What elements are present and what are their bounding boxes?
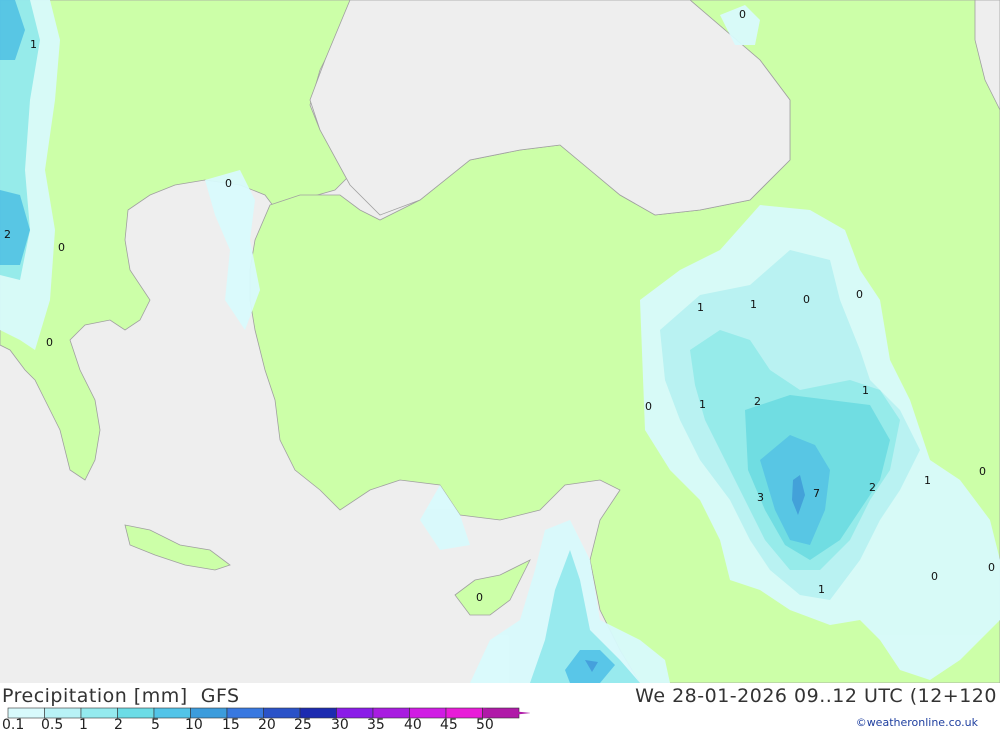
map-value-label: 0 <box>476 591 483 604</box>
credit-link[interactable]: ©weatheronline.co.uk <box>856 716 978 729</box>
scale-label: 2 <box>114 717 123 733</box>
scale-label: 40 <box>404 717 422 733</box>
scale-swatch <box>117 707 155 719</box>
scale-label: 10 <box>185 717 203 733</box>
map-value-label: 0 <box>225 177 232 190</box>
map-value-label: 1 <box>862 384 869 397</box>
map-value-label: 2 <box>4 228 11 241</box>
map-value-label: 7 <box>813 487 820 500</box>
scale-label: 15 <box>222 717 240 733</box>
map-value-label: 1 <box>924 474 931 487</box>
scale-label: 50 <box>476 717 494 733</box>
map-value-label: 2 <box>869 481 876 494</box>
scale-label: 0.5 <box>41 717 64 733</box>
map-footer: Precipitation [mm] GFS We 28-01-2026 09.… <box>0 683 1000 733</box>
map-value-label: 0 <box>803 293 810 306</box>
scale-label: 20 <box>258 717 276 733</box>
precipitation-map: 1 0 2 0 0 0 1 1 0 0 0 1 2 1 3 7 2 1 0 0 … <box>0 0 1000 683</box>
map-value-label: 0 <box>46 336 53 349</box>
map-value-label: 0 <box>856 288 863 301</box>
scale-label: 45 <box>440 717 458 733</box>
map-value-label: 1 <box>818 583 825 596</box>
scale-label: 1 <box>79 717 88 733</box>
map-value-label: 0 <box>979 465 986 478</box>
map-value-label: 1 <box>697 301 704 314</box>
map-value-label: 1 <box>750 298 757 311</box>
scale-label: 0.1 <box>2 717 25 733</box>
scale-label: 30 <box>331 717 349 733</box>
map-value-label: 0 <box>739 8 746 21</box>
map-valid-time: We 28-01-2026 09..12 UTC (12+120 <box>635 685 997 707</box>
scale-label: 5 <box>151 717 160 733</box>
scale-label: 35 <box>367 717 385 733</box>
map-value-label: 0 <box>931 570 938 583</box>
scale-label: 25 <box>294 717 312 733</box>
map-value-label: 0 <box>645 400 652 413</box>
map-value-label: 0 <box>58 241 65 254</box>
map-value-label: 1 <box>30 38 37 51</box>
map-value-label: 3 <box>757 491 764 504</box>
map-value-label: 1 <box>699 398 706 411</box>
map-value-label: 2 <box>754 395 761 408</box>
map-value-label: 0 <box>988 561 995 574</box>
map-title: Precipitation [mm] GFS <box>2 685 240 707</box>
